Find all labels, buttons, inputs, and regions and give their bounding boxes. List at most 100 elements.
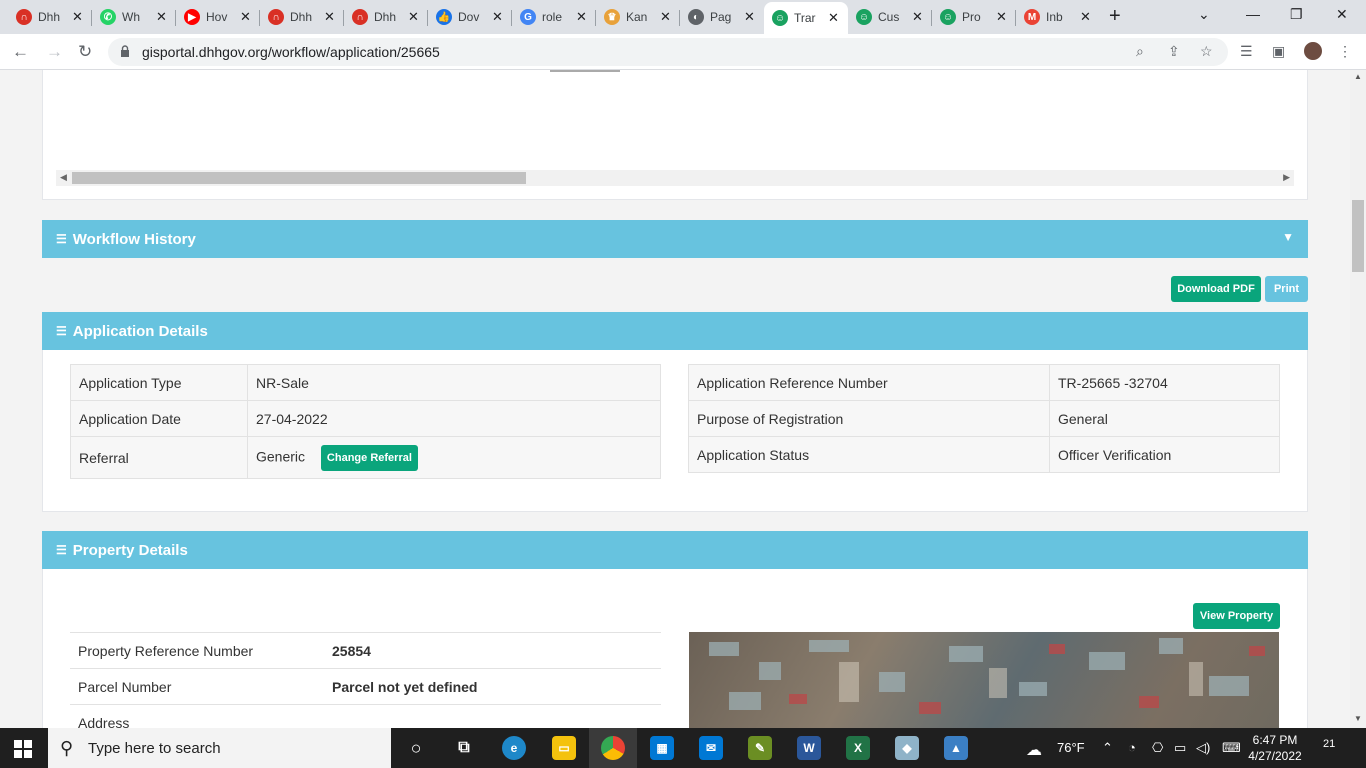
print-button[interactable]: Print bbox=[1265, 276, 1308, 302]
browser-tab[interactable]: ∩ Dhh ✕ bbox=[344, 4, 428, 30]
profile-avatar[interactable] bbox=[1302, 40, 1324, 62]
close-tab-icon[interactable]: ✕ bbox=[324, 9, 335, 25]
scroll-right-icon[interactable]: ▶ bbox=[1283, 172, 1290, 183]
close-tab-icon[interactable]: ✕ bbox=[828, 10, 839, 26]
browser-tab[interactable]: 👍 Dov ✕ bbox=[428, 4, 512, 30]
close-tab-icon[interactable]: ✕ bbox=[156, 9, 167, 25]
browser-tab[interactable]: ☺ Pro ✕ bbox=[932, 4, 1016, 30]
horizontal-scrollbar[interactable]: ◀ ▶ bbox=[56, 170, 1294, 186]
word-icon[interactable]: W bbox=[797, 736, 821, 760]
chevron-down-icon[interactable]: ▼ bbox=[1282, 230, 1294, 244]
close-tab-icon[interactable]: ✕ bbox=[996, 9, 1007, 25]
notepad-icon[interactable]: ✎ bbox=[748, 736, 772, 760]
battery-icon[interactable]: ▭ bbox=[1174, 740, 1186, 756]
vertical-scroll-thumb[interactable] bbox=[1352, 200, 1364, 272]
tab-search-icon[interactable]: ⌄ bbox=[1198, 6, 1210, 23]
reload-icon[interactable]: ↻ bbox=[78, 42, 92, 62]
field-value: 27-04-2022 bbox=[247, 400, 661, 437]
aerial-texture bbox=[709, 638, 1265, 714]
field-label: Referral bbox=[70, 436, 248, 479]
browser-tab[interactable]: ◐ Pag ✕ bbox=[680, 4, 764, 30]
close-tab-icon[interactable]: ✕ bbox=[1080, 9, 1091, 25]
close-tab-icon[interactable]: ✕ bbox=[408, 9, 419, 25]
minimize-button[interactable]: — bbox=[1246, 6, 1260, 22]
store-icon[interactable]: ▦ bbox=[650, 736, 674, 760]
notification-count: 21 bbox=[1323, 738, 1336, 750]
scroll-down-icon[interactable]: ▼ bbox=[1354, 714, 1362, 723]
clock-date: 4/27/2022 bbox=[1248, 749, 1302, 763]
workflow-history-header[interactable]: ☰ Workflow History ▼ bbox=[42, 220, 1308, 258]
map-divider bbox=[550, 70, 620, 72]
tab-favicon-icon: ◐ bbox=[688, 9, 704, 25]
close-window-button[interactable]: ✕ bbox=[1336, 6, 1348, 23]
close-tab-icon[interactable]: ✕ bbox=[744, 9, 755, 25]
download-pdf-button[interactable]: Download PDF bbox=[1171, 276, 1261, 302]
app-icon[interactable]: ◆ bbox=[895, 736, 919, 760]
browser-tab[interactable]: ✆ Wh ✕ bbox=[92, 4, 176, 30]
close-tab-icon[interactable]: ✕ bbox=[576, 9, 587, 25]
address-bar[interactable]: gisportal.dhhgov.org/workflow/applicatio… bbox=[108, 38, 1228, 66]
browser-tab[interactable]: Grole ✕ bbox=[512, 4, 596, 30]
bookmark-star-icon[interactable]: ☆ bbox=[1200, 43, 1213, 60]
property-aerial-map[interactable] bbox=[689, 632, 1279, 728]
browser-tab[interactable]: ☺ Cus ✕ bbox=[848, 4, 932, 30]
clock-time: 6:47 PM bbox=[1252, 733, 1298, 747]
close-tab-icon[interactable]: ✕ bbox=[72, 9, 83, 25]
keyboard-icon[interactable]: ⌨ bbox=[1222, 740, 1241, 756]
cortana-icon[interactable]: ○ bbox=[404, 736, 428, 760]
new-tab-button[interactable]: + bbox=[1109, 5, 1121, 28]
scroll-left-icon[interactable]: ◀ bbox=[60, 172, 67, 183]
notifications-icon[interactable]: 21 bbox=[1323, 738, 1345, 758]
windows-start-icon[interactable] bbox=[14, 740, 32, 758]
horizontal-scroll-thumb[interactable] bbox=[72, 172, 526, 184]
field-label: Application Reference Number bbox=[688, 364, 1050, 401]
view-property-button[interactable]: View Property bbox=[1193, 603, 1280, 629]
close-tab-icon[interactable]: ✕ bbox=[240, 9, 251, 25]
field-label: Property Reference Number bbox=[70, 632, 324, 669]
back-icon[interactable]: ← bbox=[12, 42, 29, 62]
change-referral-button[interactable]: Change Referral bbox=[320, 444, 418, 471]
browser-tab[interactable]: ∩ Dhh ✕ bbox=[8, 4, 92, 30]
tab-title: Dhh bbox=[374, 10, 397, 24]
chevron-up-icon[interactable]: ⌃ bbox=[1102, 740, 1113, 756]
forward-icon[interactable]: → bbox=[46, 42, 63, 62]
field-label: Application Type bbox=[70, 364, 248, 401]
system-clock[interactable]: 6:47 PM 4/27/2022 bbox=[1244, 732, 1306, 764]
zoom-icon[interactable]: ⌕ bbox=[1136, 43, 1144, 60]
network-icon[interactable]: ◔ bbox=[1128, 740, 1136, 755]
table-row: Property Reference Number 25854 bbox=[70, 632, 661, 669]
restore-button[interactable]: ❐ bbox=[1290, 6, 1303, 23]
photos-icon[interactable]: ▲ bbox=[944, 736, 968, 760]
browser-tab[interactable]: ☺ Trar ✕ bbox=[764, 2, 848, 34]
side-panel-icon[interactable]: ▣ bbox=[1272, 43, 1285, 60]
weather-temp[interactable]: 76°F bbox=[1057, 740, 1085, 755]
close-tab-icon[interactable]: ✕ bbox=[492, 9, 503, 25]
browser-tab[interactable]: ∩ Dhh ✕ bbox=[260, 4, 344, 30]
file-explorer-icon[interactable]: ▭ bbox=[552, 736, 576, 760]
tab-favicon-icon: M bbox=[1024, 9, 1040, 25]
close-tab-icon[interactable]: ✕ bbox=[912, 9, 923, 25]
tab-favicon-icon: ∩ bbox=[268, 9, 284, 25]
menu-icon[interactable]: ⋮ bbox=[1338, 43, 1352, 60]
tab-title: Wh bbox=[122, 10, 140, 24]
vertical-scrollbar[interactable]: ▲ ▼ bbox=[1350, 70, 1366, 728]
meet-icon[interactable]: ⎔ bbox=[1152, 740, 1163, 756]
field-value: Generic bbox=[256, 448, 306, 465]
taskbar-search-box[interactable]: ⚲ Type here to search bbox=[48, 728, 391, 768]
mail-icon[interactable]: ✉ bbox=[699, 736, 723, 760]
browser-tab[interactable]: ♛ Kan ✕ bbox=[596, 4, 680, 30]
share-icon[interactable]: ⇪ bbox=[1168, 43, 1180, 60]
scroll-up-icon[interactable]: ▲ bbox=[1354, 72, 1362, 81]
close-tab-icon[interactable]: ✕ bbox=[660, 9, 671, 25]
edge-icon[interactable]: e bbox=[502, 736, 526, 760]
reading-list-icon[interactable]: ☰ bbox=[1240, 43, 1253, 60]
browser-tab[interactable]: ▶ Hov ✕ bbox=[176, 4, 260, 30]
task-view-icon[interactable]: ⧉ bbox=[452, 736, 476, 760]
weather-icon[interactable]: ☁ bbox=[1026, 740, 1042, 760]
application-details-title: Application Details bbox=[72, 322, 208, 340]
browser-tab[interactable]: M Inb ✕ bbox=[1016, 4, 1100, 30]
excel-icon[interactable]: X bbox=[846, 736, 870, 760]
chrome-taskbar-button[interactable] bbox=[589, 728, 637, 768]
volume-icon[interactable]: ◁) bbox=[1196, 740, 1210, 756]
table-row: Referral Generic Change Referral bbox=[70, 436, 661, 479]
